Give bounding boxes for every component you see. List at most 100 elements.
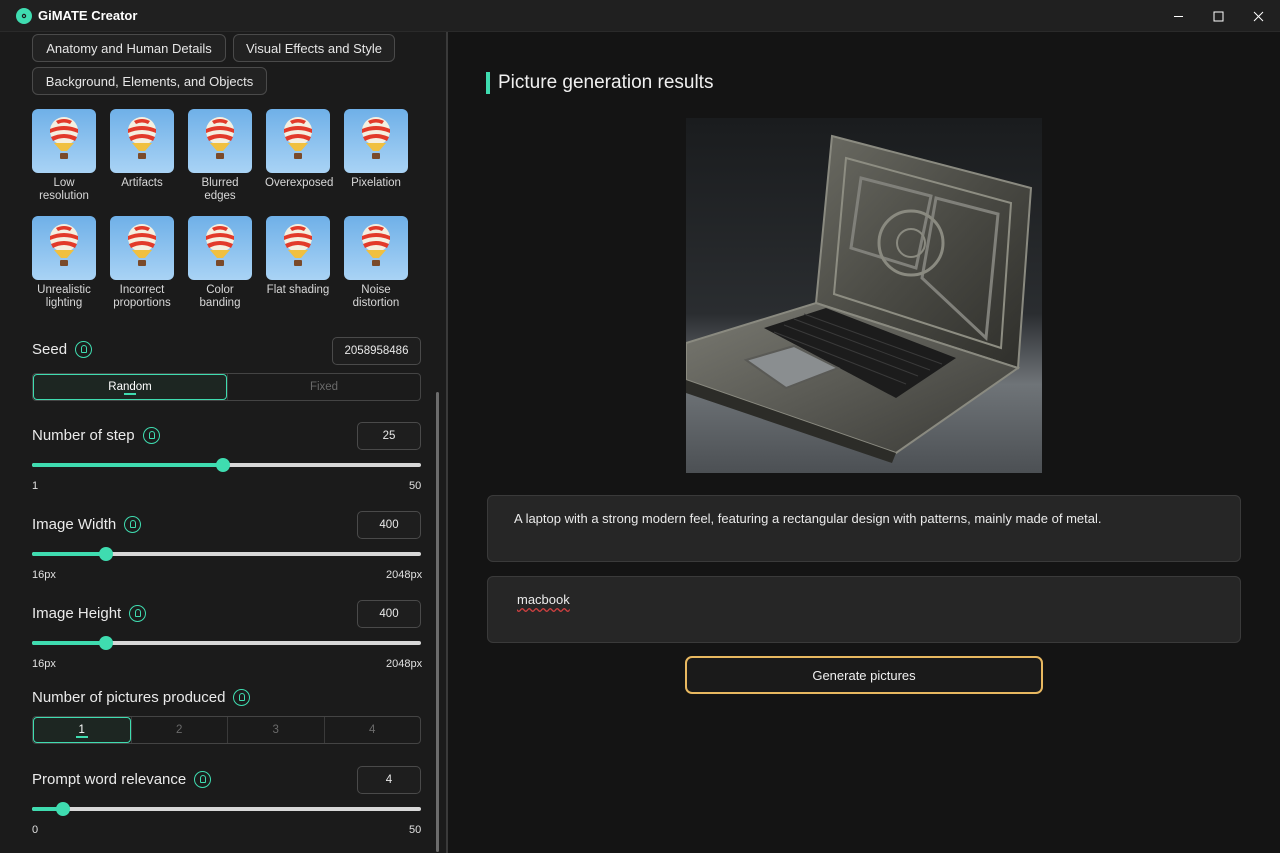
seed-mode-toggle: Random Fixed bbox=[32, 373, 421, 401]
slider-handle[interactable] bbox=[98, 547, 113, 561]
scrollbar-thumb[interactable] bbox=[436, 392, 439, 852]
height-label: Image Height bbox=[32, 605, 147, 622]
negative-style-item[interactable]: Unrealistic lighting bbox=[31, 216, 97, 309]
hot-air-balloon-icon bbox=[206, 117, 234, 159]
height-max-label: 2048px bbox=[386, 658, 423, 670]
hot-air-balloon-icon bbox=[284, 224, 312, 266]
seed-label: Seed bbox=[32, 341, 93, 358]
style-thumbnail-label: Overexposed bbox=[265, 177, 334, 189]
generate-pictures-button[interactable]: Generate pictures bbox=[685, 656, 1043, 694]
window-title: GiMATE Creator bbox=[38, 8, 138, 23]
negative-style-item[interactable]: Incorrect proportions bbox=[109, 216, 175, 309]
seed-fixed-option[interactable]: Fixed bbox=[227, 374, 420, 400]
lightbulb-hint-icon[interactable] bbox=[129, 605, 147, 622]
app-logo-icon bbox=[16, 8, 32, 24]
slider-handle[interactable] bbox=[56, 802, 71, 816]
negative-style-item[interactable]: Artifacts bbox=[109, 109, 175, 190]
pictures-label: Number of pictures produced bbox=[32, 689, 251, 706]
negative-style-item[interactable]: Pixelation bbox=[343, 109, 409, 190]
style-thumbnail-label: Noise distortion bbox=[352, 284, 400, 309]
negative-style-item[interactable]: Overexposed bbox=[265, 109, 334, 190]
generated-image[interactable] bbox=[686, 118, 1042, 473]
seed-value-field[interactable]: 2058958486 bbox=[332, 337, 421, 365]
style-thumbnail[interactable] bbox=[266, 109, 330, 173]
negative-style-item[interactable]: Flat shading bbox=[265, 216, 331, 297]
style-thumbnail[interactable] bbox=[32, 109, 96, 173]
style-thumbnail[interactable] bbox=[32, 216, 96, 280]
close-button[interactable] bbox=[1238, 0, 1278, 32]
slider-fill bbox=[32, 641, 106, 645]
width-max-label: 2048px bbox=[386, 569, 423, 581]
height-slider[interactable] bbox=[32, 636, 421, 650]
relevance-min-label: 0 bbox=[32, 824, 39, 836]
steps-min-label: 1 bbox=[32, 480, 39, 492]
style-thumbnail[interactable] bbox=[266, 216, 330, 280]
minimize-icon bbox=[1173, 15, 1183, 17]
style-thumbnail[interactable] bbox=[110, 216, 174, 280]
settings-panel: Anatomy and Human Details Visual Effects… bbox=[0, 32, 446, 853]
negative-style-item[interactable]: Blurred edges bbox=[187, 109, 253, 202]
lightbulb-hint-icon[interactable] bbox=[233, 689, 251, 706]
lightbulb-hint-icon[interactable] bbox=[142, 427, 160, 444]
pictures-option-3[interactable]: 3 bbox=[227, 717, 324, 743]
style-thumbnail-label: Pixelation bbox=[351, 177, 401, 189]
prompt-input[interactable]: macbook bbox=[487, 576, 1241, 643]
hot-air-balloon-icon bbox=[50, 224, 78, 266]
steps-slider[interactable] bbox=[32, 458, 421, 472]
style-thumbnail-label: Blurred edges bbox=[201, 177, 239, 202]
steps-value-field[interactable]: 25 bbox=[357, 422, 421, 450]
slider-handle[interactable] bbox=[98, 636, 113, 650]
lightbulb-hint-icon[interactable] bbox=[124, 516, 142, 533]
minimize-button[interactable] bbox=[1158, 0, 1198, 32]
lightbulb-hint-icon[interactable] bbox=[194, 771, 212, 788]
lightbulb-hint-icon[interactable] bbox=[75, 341, 93, 358]
hot-air-balloon-icon bbox=[284, 117, 312, 159]
pictures-option-2[interactable]: 2 bbox=[130, 717, 228, 743]
pictures-label-text: Number of pictures produced bbox=[32, 689, 226, 706]
height-min-label: 16px bbox=[32, 658, 56, 670]
close-icon bbox=[1253, 11, 1263, 21]
negative-style-item[interactable]: Low resolution bbox=[31, 109, 97, 202]
relevance-max-label: 50 bbox=[409, 824, 422, 836]
negative-style-item[interactable]: Noise distortion bbox=[343, 216, 409, 309]
title-accent-bar bbox=[486, 72, 490, 94]
style-thumbnail-label: Artifacts bbox=[121, 177, 163, 189]
prompt-text: macbook bbox=[517, 592, 570, 607]
width-slider[interactable] bbox=[32, 547, 421, 561]
style-thumbnail-label: Incorrect proportions bbox=[113, 284, 171, 309]
hot-air-balloon-icon bbox=[206, 224, 234, 266]
style-thumbnail-label: Low resolution bbox=[39, 177, 89, 202]
relevance-slider[interactable] bbox=[32, 802, 421, 816]
slider-track bbox=[32, 807, 421, 811]
width-label: Image Width bbox=[32, 516, 142, 533]
image-description-box[interactable]: A laptop with a strong modern feel, feat… bbox=[487, 495, 1241, 562]
style-thumbnail[interactable] bbox=[188, 109, 252, 173]
style-thumbnail[interactable] bbox=[344, 109, 408, 173]
width-value-field[interactable]: 400 bbox=[357, 511, 421, 539]
pictures-count-toggle: 1 2 3 4 bbox=[32, 716, 421, 744]
slider-fill bbox=[32, 463, 223, 467]
maximize-icon bbox=[1213, 11, 1223, 21]
category-visual-effects-button[interactable]: Visual Effects and Style bbox=[233, 34, 395, 62]
height-value-field[interactable]: 400 bbox=[357, 600, 421, 628]
hot-air-balloon-icon bbox=[50, 117, 78, 159]
relevance-value-field[interactable]: 4 bbox=[357, 766, 421, 794]
category-anatomy-button[interactable]: Anatomy and Human Details bbox=[32, 34, 226, 62]
hot-air-balloon-icon bbox=[128, 117, 156, 159]
seed-label-text: Seed bbox=[32, 341, 68, 358]
maximize-button[interactable] bbox=[1198, 0, 1238, 32]
laptop-illustration bbox=[686, 134, 1033, 463]
slider-handle[interactable] bbox=[215, 458, 230, 472]
steps-max-label: 50 bbox=[409, 480, 422, 492]
style-thumbnail[interactable] bbox=[110, 109, 174, 173]
style-thumbnail[interactable] bbox=[188, 216, 252, 280]
seed-random-option[interactable]: Random bbox=[33, 374, 227, 400]
hot-air-balloon-icon bbox=[128, 224, 156, 266]
title-bar: GiMATE Creator bbox=[0, 0, 1280, 32]
style-thumbnail[interactable] bbox=[344, 216, 408, 280]
negative-style-item[interactable]: Color banding bbox=[187, 216, 253, 309]
width-min-label: 16px bbox=[32, 569, 56, 581]
category-background-button[interactable]: Background, Elements, and Objects bbox=[32, 67, 267, 95]
pictures-option-4[interactable]: 4 bbox=[323, 717, 421, 743]
pictures-option-1[interactable]: 1 bbox=[33, 717, 131, 743]
